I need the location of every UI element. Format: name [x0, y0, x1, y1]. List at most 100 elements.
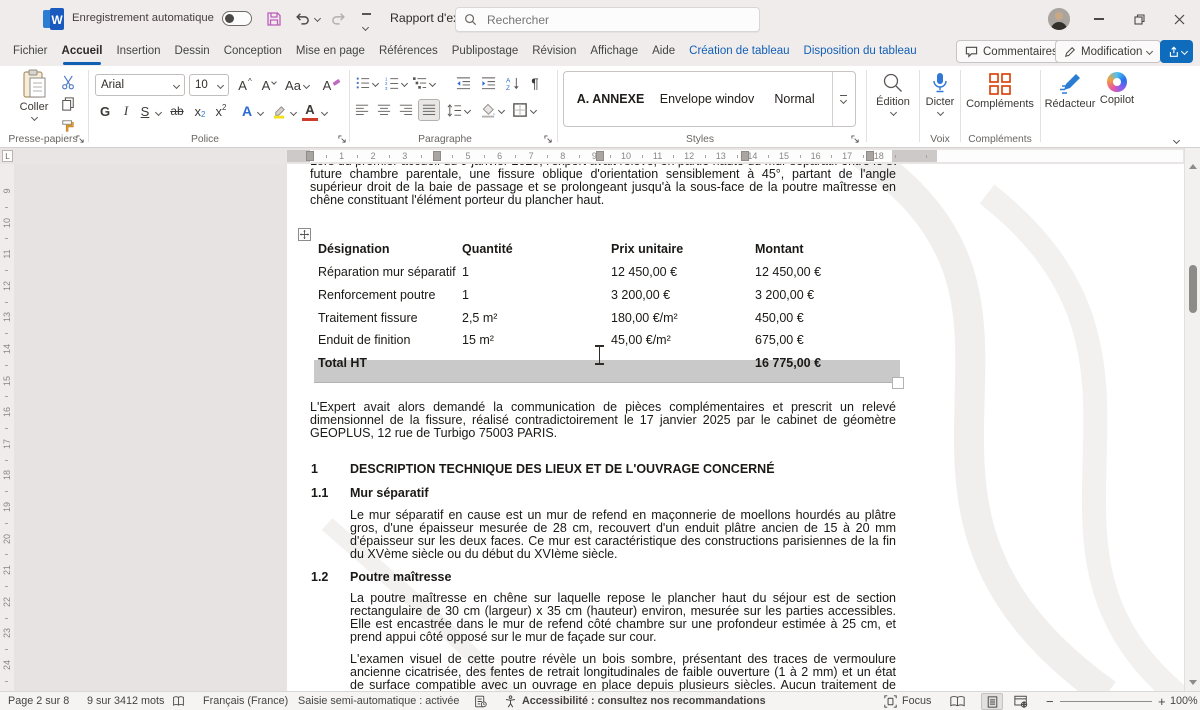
shading-button[interactable] [478, 99, 498, 121]
align-right-button[interactable] [396, 99, 416, 121]
paragraph-expert-request[interactable]: L'Expert avait alors demandé la communic… [310, 401, 896, 440]
italic-button[interactable]: I [117, 100, 135, 122]
copilot-button[interactable]: Copilot [1095, 72, 1139, 106]
zoom-in-button[interactable]: + [1158, 692, 1166, 710]
share-button[interactable] [1160, 40, 1193, 63]
table-total-row[interactable]: Total HT 16 775,00 € [310, 356, 900, 376]
table-column-marker[interactable] [741, 151, 749, 161]
pilcrow-button[interactable]: ¶ [526, 72, 544, 94]
style-normal[interactable]: Normal [757, 92, 832, 106]
cell-amount[interactable]: 450,00 € [755, 311, 804, 325]
tab-accueil[interactable]: Accueil [55, 38, 110, 66]
total-value[interactable]: 16 775,00 € [755, 356, 821, 370]
cell-quantity[interactable]: 15 m² [462, 333, 494, 347]
clipboard-dialog-launcher[interactable] [76, 135, 85, 144]
cell-designation[interactable]: Renforcement poutre [318, 288, 435, 302]
strikethrough-button[interactable]: ab [166, 100, 188, 122]
cell-designation[interactable]: Traitement fissure [318, 311, 418, 325]
table-column-marker[interactable] [596, 151, 604, 161]
minimize-button[interactable] [1080, 0, 1118, 38]
increase-indent-button[interactable] [478, 73, 498, 93]
autosave-toggle[interactable] [222, 11, 252, 26]
search-box[interactable] [455, 7, 760, 32]
underline-button[interactable]: S [136, 100, 154, 122]
cell-designation[interactable]: Réparation mur séparatif [318, 265, 456, 279]
copy-button[interactable] [58, 94, 78, 114]
paragraph-poutre-1[interactable]: La poutre maîtresse en chêne sur laquell… [350, 592, 896, 644]
borders-chevron-icon[interactable] [530, 107, 537, 114]
cell-amount[interactable]: 12 450,00 € [755, 265, 821, 279]
paragraph-intro[interactable]: future chambre parentale, une fissure ob… [310, 168, 896, 207]
cell-unit-price[interactable]: 45,00 €/m² [611, 333, 671, 347]
restore-button[interactable] [1120, 0, 1158, 38]
clear-formatting-button[interactable]: A [320, 74, 344, 96]
scroll-down-arrow[interactable] [1189, 680, 1197, 685]
table-row[interactable]: Réparation mur séparatif 1 12 450,00 € 1… [310, 265, 900, 285]
tab-révision[interactable]: Révision [525, 38, 583, 66]
table-row[interactable]: Traitement fissure 2,5 m² 180,00 €/m² 45… [310, 311, 900, 331]
zoom-slider-track[interactable] [1060, 701, 1152, 702]
zoom-out-button[interactable]: − [1046, 692, 1054, 710]
underline-options-chevron-icon[interactable] [155, 109, 162, 116]
numbering-button[interactable]: 123 [383, 73, 401, 93]
paste-button[interactable]: Coller [12, 69, 56, 120]
search-input[interactable] [485, 12, 725, 28]
styles-dialog-launcher[interactable] [851, 135, 860, 144]
horizontal-ruler[interactable]: 123456789101112131415161718 [0, 148, 1200, 164]
font-size-combo[interactable]: 10 [189, 74, 229, 96]
highlight-chevron-icon[interactable] [290, 109, 297, 116]
quick-access-overflow-button[interactable] [362, 13, 371, 35]
estimate-table[interactable]: Désignation Quantité Prix unitaire Monta… [310, 241, 900, 378]
tab-fichier[interactable]: Fichier [6, 38, 55, 66]
editing-menu-button[interactable]: Édition [868, 72, 918, 115]
cell-amount[interactable]: 675,00 € [755, 333, 804, 347]
accessibility-status[interactable]: Accessibilité : consultez nos recommanda… [522, 692, 766, 710]
cell-amount[interactable]: 3 200,00 € [755, 288, 814, 302]
document-page[interactable]: Lors du premier accueil du 9 janvier 202… [287, 164, 1184, 691]
dictate-button[interactable]: Dicter [922, 72, 958, 115]
scroll-up-arrow[interactable] [1189, 164, 1197, 169]
cut-button[interactable] [58, 72, 78, 92]
cell-unit-price[interactable]: 180,00 €/m² [611, 311, 678, 325]
text-effects-chevron-icon[interactable] [257, 109, 264, 116]
account-avatar[interactable] [1048, 8, 1070, 30]
table-resize-handle[interactable] [892, 377, 904, 389]
subscript-button[interactable]: x2 [190, 100, 210, 122]
save-button[interactable] [266, 11, 282, 27]
scrollbar-thumb[interactable] [1189, 265, 1197, 313]
total-label[interactable]: Total HT [318, 356, 367, 370]
bold-button[interactable]: G [95, 100, 115, 122]
paragraph-poutre-2[interactable]: L'examen visuel de cette poutre révèle u… [350, 653, 896, 691]
vertical-ruler[interactable]: 9101112131415161718192021222324 [0, 164, 14, 691]
paragraph-dialog-launcher[interactable] [544, 135, 553, 144]
align-left-button[interactable] [352, 99, 372, 121]
language-indicator[interactable]: Français (France) [203, 692, 288, 710]
shrink-font-button[interactable]: A [258, 74, 280, 96]
cell-quantity[interactable]: 1 [462, 265, 469, 279]
editor-score-icon[interactable] [474, 692, 487, 710]
tab-stop-selector[interactable]: L [2, 150, 13, 162]
cell-designation[interactable]: Enduit de finition [318, 333, 410, 347]
table-header-row[interactable]: Désignation Quantité Prix unitaire Monta… [310, 242, 900, 262]
numbering-chevron-icon[interactable] [401, 80, 408, 87]
style-envelope-window[interactable]: Envelope windov [657, 92, 757, 106]
zoom-level[interactable]: 100% [1170, 692, 1198, 710]
cell-quantity[interactable]: 1 [462, 288, 469, 302]
highlight-button[interactable] [268, 100, 290, 122]
tab-publipostage[interactable]: Publipostage [445, 38, 526, 66]
shading-chevron-icon[interactable] [498, 107, 505, 114]
autocomplete-indicator[interactable]: Saisie semi-automatique : activée [298, 692, 459, 710]
style-annexe[interactable]: A. ANNEXE [564, 92, 657, 106]
tab-références[interactable]: Références [372, 38, 445, 66]
format-painter-button[interactable] [58, 116, 78, 136]
editing-mode-button[interactable]: Modification [1055, 40, 1161, 63]
focus-mode-button[interactable]: Focus [884, 692, 931, 710]
tab-création-de-tableau[interactable]: Création de tableau [682, 38, 796, 66]
font-color-button[interactable]: A [300, 100, 320, 122]
bullets-chevron-icon[interactable] [372, 80, 379, 87]
tab-affichage[interactable]: Affichage [583, 38, 645, 66]
superscript-button[interactable]: x2 [211, 100, 231, 122]
col-header[interactable]: Montant [755, 242, 804, 256]
cell-unit-price[interactable]: 12 450,00 € [611, 265, 677, 279]
line-spacing-chevron-icon[interactable] [464, 107, 471, 114]
